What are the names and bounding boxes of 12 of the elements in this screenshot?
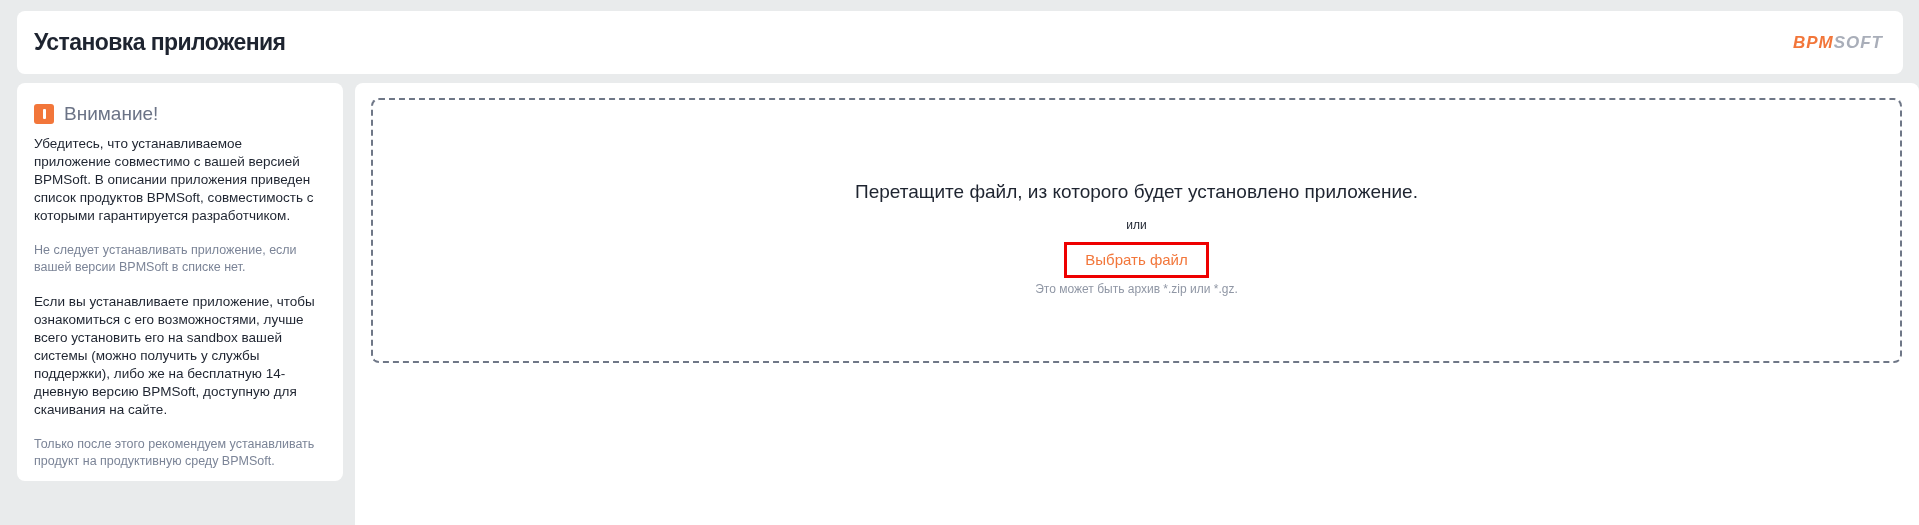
brand-logo: BPMSOFT <box>1792 34 1883 51</box>
notice-text: Если вы устанавливаете приложение, чтобы ознакомиться с его возможностями, лучше всего установить его на sandbox вашей системы (можно получить у службы поддержки), либо же на бесплатную 14-дневную версию BPMSoft, доступную для скачивания на сайте. <box>34 292 316 419</box>
info-icon <box>34 104 54 125</box>
notice-text: Убедитесь, что устанавливаемое приложение совместимо с вашей версией BPMSoft. В описании приложения приведен список продуктов BPMSoft, совместимость с которыми гарантируется разработчиком. <box>34 134 315 225</box>
drop-zone[interactable]: Перетащите файл, из которого будет установлено приложение. или Выбрать файл Это может быть архив *.zip или *.gz. <box>371 98 1902 363</box>
or-label: или <box>1126 216 1147 234</box>
note-text: Не следует устанавливать приложение, если вашей версии BPMSoft в списке нет. <box>34 241 298 276</box>
format-hint: Это может быть архив *.zip или *.gz. <box>1035 281 1238 298</box>
page-title: Установка приложения <box>34 28 286 58</box>
note-text: Только после этого рекомендуем устанавливать продукт на продуктивную среду BPMSoft. <box>34 435 316 470</box>
notice-title: Внимание! <box>64 102 159 126</box>
drop-prompt: Перетащите файл, из которого будет установлено приложение. <box>855 180 1418 204</box>
